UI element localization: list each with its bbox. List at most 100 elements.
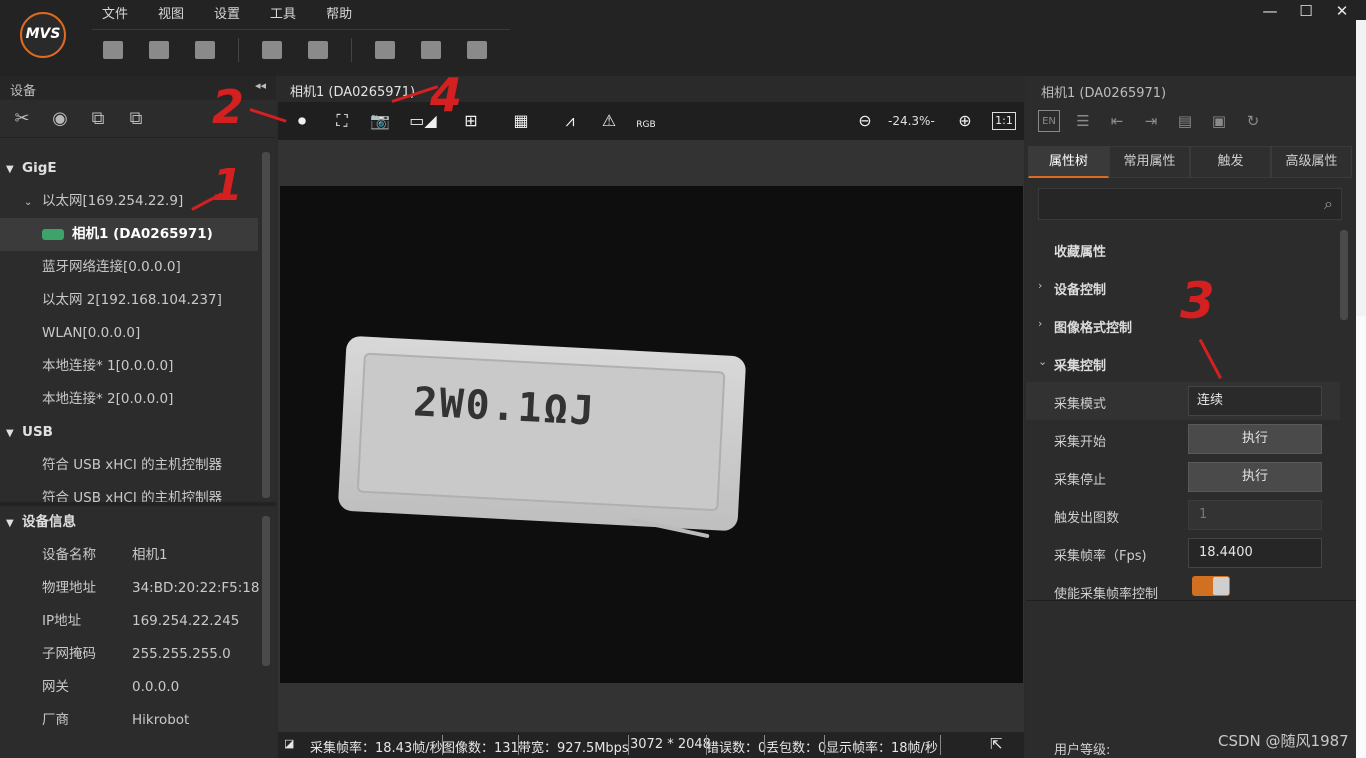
- resistor-image: 2W0.1ΩJ: [337, 335, 747, 532]
- chevron-down-icon: ▼: [6, 518, 14, 529]
- tree-item-camera[interactable]: 相机1 (DA0265971): [0, 218, 258, 251]
- acq-stop-button[interactable]: 执行: [1188, 462, 1322, 492]
- tab-property-tree[interactable]: 属性树: [1028, 146, 1109, 178]
- background-window-edge: [1356, 20, 1366, 758]
- close-all-icon[interactable]: ⧉: [124, 108, 148, 130]
- property-search-input[interactable]: ⌕: [1038, 188, 1342, 220]
- tree-item-local2[interactable]: 本地连接* 2[0.0.0.0]: [0, 383, 258, 416]
- stop-grab-icon[interactable]: ⏺: [290, 110, 314, 132]
- warning-icon[interactable]: ⚠: [596, 110, 622, 132]
- status-images: 图像数：131: [442, 741, 519, 756]
- title-bar: MVS 文件 视图 设置 工具 帮助 — ☐ ✕: [0, 0, 1366, 76]
- zoom-value: -24.3%-: [888, 114, 935, 128]
- menu-help[interactable]: 帮助: [324, 0, 368, 22]
- device-info-header[interactable]: ▼ 设备信息: [0, 506, 258, 539]
- category-acquisition[interactable]: ⌄ 采集控制: [1026, 344, 1340, 382]
- collapse-icon[interactable]: ◂◂: [255, 79, 266, 92]
- image-settings-icon[interactable]: [418, 38, 444, 62]
- snapshot-camera-icon[interactable]: 📷: [368, 110, 392, 132]
- tree-item-wlan[interactable]: WLAN[0.0.0.0]: [0, 317, 258, 350]
- property-panel: 相机1 (DA0265971) EN ☰ ⇤ ⇥ ▤ ▣ ↻ 属性树 常用属性 …: [1026, 76, 1356, 758]
- save-params-icon[interactable]: ▣: [1208, 110, 1230, 132]
- open-folder-icon[interactable]: [100, 38, 126, 62]
- annotation-3: 3: [1180, 272, 1215, 330]
- refresh-icon[interactable]: ↻: [1242, 110, 1264, 132]
- menu-settings[interactable]: 设置: [212, 0, 256, 22]
- property-toolbar: EN ☰ ⇤ ⇥ ▤ ▣ ↻: [1038, 110, 1264, 132]
- tree-group-usb[interactable]: ▼ USB: [0, 416, 258, 449]
- tree-item-ethernet2[interactable]: 以太网 2[192.168.104.237]: [0, 284, 258, 317]
- status-fps: 采集帧率：18.43帧/秒: [310, 741, 443, 756]
- status-resolution: 3072 * 2048: [630, 737, 711, 752]
- category-favorites[interactable]: 收藏属性: [1026, 230, 1340, 268]
- tab-advanced[interactable]: 高级属性: [1271, 146, 1352, 178]
- copy-device-icon[interactable]: ⧉: [86, 108, 110, 130]
- menu-file[interactable]: 文件: [100, 0, 144, 22]
- menu-divider: [92, 29, 510, 30]
- save-icon[interactable]: [146, 38, 172, 62]
- menu-view[interactable]: 视图: [156, 0, 200, 22]
- export-icon[interactable]: ⇥: [1140, 110, 1162, 132]
- grid-icon[interactable]: ▦: [506, 110, 536, 132]
- maximize-button[interactable]: ☐: [1296, 2, 1316, 20]
- stop-icon[interactable]: ◉: [48, 108, 72, 130]
- camera-image[interactable]: 2W0.1ΩJ: [280, 186, 1023, 683]
- frame-rate-enable-toggle[interactable]: [1192, 576, 1230, 596]
- trigger-count-stepper[interactable]: 1: [1188, 500, 1322, 530]
- layout-switch-icon[interactable]: [259, 38, 285, 62]
- save-as-icon[interactable]: [192, 38, 218, 62]
- frame-rate-input[interactable]: 18.4400: [1188, 538, 1322, 568]
- prop-acq-stop: 采集停止 执行: [1026, 458, 1340, 496]
- disconnect-icon[interactable]: ✂: [10, 108, 34, 130]
- chevron-down-icon: ▼: [6, 164, 14, 175]
- search-icon[interactable]: ⌕: [1324, 194, 1333, 214]
- tree-item-local1[interactable]: 本地连接* 1[0.0.0.0]: [0, 350, 258, 383]
- tree-scrollbar[interactable]: [262, 152, 270, 498]
- import-icon[interactable]: ⇤: [1106, 110, 1128, 132]
- tree-item-usb1[interactable]: 符合 USB xHCI 的主机控制器: [0, 449, 258, 482]
- log-icon[interactable]: [464, 38, 490, 62]
- resize-grip-icon[interactable]: ◪: [284, 737, 294, 750]
- fullscreen-icon[interactable]: [305, 38, 331, 62]
- crosshair-icon[interactable]: ⛶: [330, 110, 354, 132]
- acq-mode-select[interactable]: 连续: [1188, 386, 1322, 416]
- info-row: 设备名称 相机1: [42, 547, 168, 563]
- language-icon[interactable]: EN: [1038, 110, 1060, 132]
- watermark: CSDN @随风1987: [1218, 732, 1349, 750]
- document-icon[interactable]: ▤: [1174, 110, 1196, 132]
- mvs-logo: MVS: [20, 12, 66, 58]
- annotation-1: 1: [212, 160, 243, 211]
- camera-icon: [42, 228, 64, 240]
- tab-common[interactable]: 常用属性: [1109, 146, 1190, 178]
- status-lost: 丢包数：0: [766, 741, 827, 756]
- histogram-icon[interactable]: ⩘: [556, 110, 584, 132]
- prop-acq-mode: 采集模式 连续: [1026, 382, 1340, 420]
- info-scrollbar[interactable]: [262, 516, 270, 666]
- rgb-icon[interactable]: RGB: [632, 110, 660, 132]
- window-controls: — ☐ ✕: [1260, 2, 1352, 20]
- tab-trigger[interactable]: 触发: [1190, 146, 1271, 178]
- property-panel-title: 相机1 (DA0265971): [1041, 86, 1167, 101]
- acq-start-button[interactable]: 执行: [1188, 424, 1322, 454]
- annotation-4: 4: [430, 68, 463, 122]
- menu-tools[interactable]: 工具: [268, 0, 312, 22]
- one-to-one-button[interactable]: 1:1: [992, 112, 1016, 130]
- property-tabs: 属性树 常用属性 触发 高级属性: [1028, 146, 1352, 178]
- status-errors: 错误数：0: [706, 741, 767, 756]
- camera-toolbar: ⏺ ⛶ 📷 ▭◢ ⊞ ▦ ⩘ ⚠ RGB ⊖ -24.3%- ⊕ 1:1: [278, 102, 1024, 140]
- minimize-button[interactable]: —: [1260, 2, 1280, 20]
- zoom-out-icon[interactable]: ⊖: [854, 110, 876, 132]
- property-scrollbar[interactable]: [1340, 230, 1348, 320]
- expand-corner-icon[interactable]: ⇱: [990, 735, 1003, 753]
- info-row: 网关 0.0.0.0: [42, 679, 180, 695]
- device-panel-title: 设备: [10, 84, 37, 99]
- zoom-in-icon[interactable]: ⊕: [954, 110, 976, 132]
- camera-tab[interactable]: 相机1 (DA0265971): [278, 76, 1024, 102]
- device-info: ▼ 设备信息 设备名称 相机1 物理地址 34:BD:20:22:F5:18 IP地址…: [0, 506, 259, 737]
- list-icon[interactable]: ☰: [1072, 110, 1094, 132]
- info-row: IP地址 169.254.22.245: [42, 613, 240, 629]
- waveform-icon[interactable]: [372, 38, 398, 62]
- info-row: 厂商 Hikrobot: [42, 712, 190, 728]
- tree-item-bluetooth[interactable]: 蓝牙网络连接[0.0.0.0]: [0, 251, 258, 284]
- close-button[interactable]: ✕: [1332, 2, 1352, 20]
